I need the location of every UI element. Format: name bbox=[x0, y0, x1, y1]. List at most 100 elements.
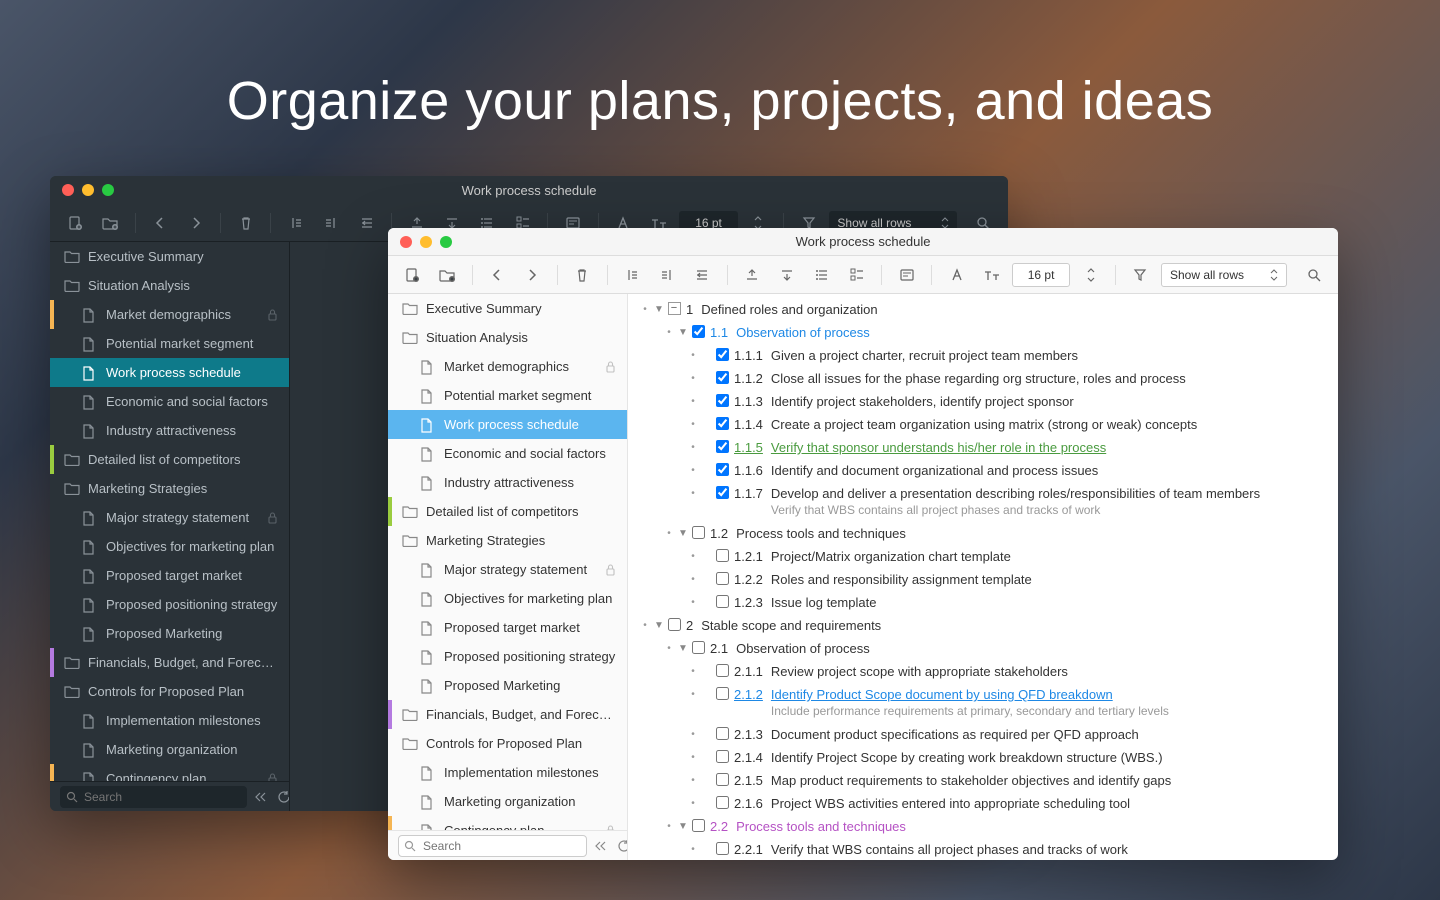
outline-text[interactable]: Document product specifications as requi… bbox=[771, 726, 1328, 743]
checkbox[interactable] bbox=[714, 462, 730, 476]
outline-row[interactable]: •1.1.2Close all issues for the phase reg… bbox=[628, 367, 1338, 390]
row-filter-select[interactable]: Show all rows bbox=[1161, 263, 1287, 287]
checkbox[interactable] bbox=[714, 594, 730, 608]
new-document-button[interactable] bbox=[398, 262, 427, 288]
titlebar[interactable]: Work process schedule bbox=[50, 176, 1008, 204]
sidebar-item[interactable]: Major strategy statement bbox=[388, 555, 627, 584]
sidebar-item[interactable]: Market demographics bbox=[50, 300, 289, 329]
filter-button[interactable] bbox=[1126, 262, 1155, 288]
titlebar[interactable]: Work process schedule bbox=[388, 228, 1338, 256]
sidebar-item[interactable]: Executive Summary bbox=[50, 242, 289, 271]
outline-text[interactable]: Map product requirements to stakeholder … bbox=[771, 772, 1328, 789]
outline-row[interactable]: •1.2.3Issue log template bbox=[628, 591, 1338, 614]
outline-row[interactable]: •1.2.1Project/Matrix organization chart … bbox=[628, 545, 1338, 568]
checkbox[interactable] bbox=[714, 485, 730, 499]
sidebar-item[interactable]: Objectives for marketing plan bbox=[50, 532, 289, 561]
outline-row[interactable]: •2.1.3Document product specifications as… bbox=[628, 723, 1338, 746]
checklist-button[interactable] bbox=[842, 262, 871, 288]
sidebar-item[interactable]: Proposed Marketing bbox=[388, 671, 627, 700]
sidebar-item[interactable]: Detailed list of competitors bbox=[50, 445, 289, 474]
outline-row[interactable]: •▼−1Defined roles and organization bbox=[628, 298, 1338, 321]
search-input[interactable] bbox=[60, 786, 247, 808]
nav-back-button[interactable] bbox=[146, 210, 175, 236]
checkbox[interactable]: − bbox=[666, 301, 682, 315]
sidebar-item[interactable]: Proposed positioning strategy bbox=[388, 642, 627, 671]
sidebar-item[interactable]: Industry attractiveness bbox=[50, 416, 289, 445]
expand-toggle[interactable]: ▼ bbox=[676, 324, 690, 341]
sidebar-item[interactable]: Financials, Budget, and Forecasts bbox=[388, 700, 627, 729]
outline-row[interactable]: •2.1.1Review project scope with appropri… bbox=[628, 660, 1338, 683]
outline-text[interactable]: Issue log template bbox=[771, 594, 1328, 611]
sidebar-item[interactable]: Proposed positioning strategy bbox=[50, 590, 289, 619]
nav-forward-button[interactable] bbox=[181, 210, 210, 236]
sidebar-item[interactable]: Objectives for marketing plan bbox=[388, 584, 627, 613]
outline-text[interactable]: Given a project charter, recruit project… bbox=[771, 347, 1328, 364]
note-button[interactable] bbox=[892, 262, 921, 288]
outline-text[interactable]: Create a project team organization using… bbox=[771, 416, 1328, 433]
sidebar-item[interactable]: Economic and social factors bbox=[388, 439, 627, 468]
sidebar-item[interactable]: Controls for Proposed Plan bbox=[50, 677, 289, 706]
outline-text[interactable]: Identify project stakeholders, identify … bbox=[771, 393, 1328, 410]
delete-button[interactable] bbox=[231, 210, 260, 236]
move-left-button[interactable] bbox=[281, 210, 310, 236]
expand-toggle[interactable]: ▼ bbox=[676, 525, 690, 542]
outline-text[interactable]: Observation of process bbox=[736, 324, 1328, 341]
sidebar-item[interactable]: Executive Summary bbox=[388, 294, 627, 323]
outline-row[interactable]: •1.1.5Verify that sponsor understands hi… bbox=[628, 436, 1338, 459]
outline-text[interactable]: Identify Project Scope by creating work … bbox=[771, 749, 1328, 766]
outline-row[interactable]: •1.1.4Create a project team organization… bbox=[628, 413, 1338, 436]
sidebar-item[interactable]: Proposed target market bbox=[50, 561, 289, 590]
outline-text[interactable]: Process tools and techniques bbox=[736, 525, 1328, 542]
outline-row[interactable]: •▼1.1Observation of process bbox=[628, 321, 1338, 344]
sidebar-item[interactable]: Implementation milestones bbox=[50, 706, 289, 735]
move-left-button[interactable] bbox=[618, 262, 647, 288]
checkbox[interactable] bbox=[714, 439, 730, 453]
expand-toggle[interactable]: ▼ bbox=[676, 640, 690, 657]
move-right-button[interactable] bbox=[317, 210, 346, 236]
outline-text[interactable]: Identify and document organizational and… bbox=[771, 462, 1328, 479]
sidebar-item[interactable]: Marketing organization bbox=[388, 787, 627, 816]
expand-toggle[interactable]: ▼ bbox=[676, 818, 690, 835]
checkbox[interactable] bbox=[714, 548, 730, 562]
sidebar-item[interactable]: Work process schedule bbox=[388, 410, 627, 439]
outline-text[interactable]: Process tools and techniques bbox=[736, 818, 1328, 835]
font-button[interactable] bbox=[942, 262, 971, 288]
outline-row[interactable]: •▼2Stable scope and requirements bbox=[628, 614, 1338, 637]
new-folder-button[interactable] bbox=[433, 262, 462, 288]
outline-row[interactable]: •▼2.2Process tools and techniques bbox=[628, 815, 1338, 838]
outdent-button[interactable] bbox=[688, 262, 717, 288]
sidebar-item[interactable]: Proposed target market bbox=[388, 613, 627, 642]
checkbox[interactable] bbox=[714, 772, 730, 786]
sidebar-item[interactable]: Marketing Strategies bbox=[50, 474, 289, 503]
sidebar-item[interactable]: Situation Analysis bbox=[388, 323, 627, 352]
nav-back-button[interactable] bbox=[483, 262, 512, 288]
sidebar-item[interactable]: Market demographics bbox=[388, 352, 627, 381]
delete-button[interactable] bbox=[568, 262, 597, 288]
checkbox[interactable] bbox=[714, 370, 730, 384]
sidebar-item[interactable]: Major strategy statement bbox=[50, 503, 289, 532]
expand-toggle[interactable]: ▼ bbox=[652, 617, 666, 634]
search-input[interactable] bbox=[398, 835, 587, 857]
outline-row[interactable]: •1.1.1Given a project charter, recruit p… bbox=[628, 344, 1338, 367]
checkbox[interactable] bbox=[714, 416, 730, 430]
outline-text[interactable]: Verify that WBS contains all project pha… bbox=[771, 841, 1328, 858]
sidebar-item[interactable]: Proposed Marketing bbox=[50, 619, 289, 648]
expand-toggle[interactable]: ▼ bbox=[652, 301, 666, 318]
outline-text[interactable]: Project WBS activities entered into appr… bbox=[771, 795, 1328, 812]
refresh-button[interactable] bbox=[617, 835, 628, 857]
sidebar-item[interactable]: Potential market segment bbox=[388, 381, 627, 410]
outline-row[interactable]: •1.2.2Roles and responsibility assignmen… bbox=[628, 568, 1338, 591]
refresh-button[interactable] bbox=[277, 786, 290, 808]
checkbox[interactable] bbox=[714, 795, 730, 809]
move-down-button[interactable] bbox=[772, 262, 801, 288]
outline-text[interactable]: Identify Product Scope document by using… bbox=[771, 686, 1328, 720]
outline-text[interactable]: Verify that sponsor understands his/her … bbox=[771, 439, 1328, 456]
outline-row[interactable]: •1.1.6Identify and document organization… bbox=[628, 459, 1338, 482]
sidebar-item[interactable]: Marketing Strategies bbox=[388, 526, 627, 555]
sidebar-item[interactable]: Situation Analysis bbox=[50, 271, 289, 300]
outline-row[interactable]: •2.1.4Identify Project Scope by creating… bbox=[628, 746, 1338, 769]
new-folder-button[interactable] bbox=[95, 210, 124, 236]
checkbox[interactable] bbox=[690, 525, 706, 539]
sidebar-item[interactable]: Economic and social factors bbox=[50, 387, 289, 416]
sidebar-item[interactable]: Controls for Proposed Plan bbox=[388, 729, 627, 758]
